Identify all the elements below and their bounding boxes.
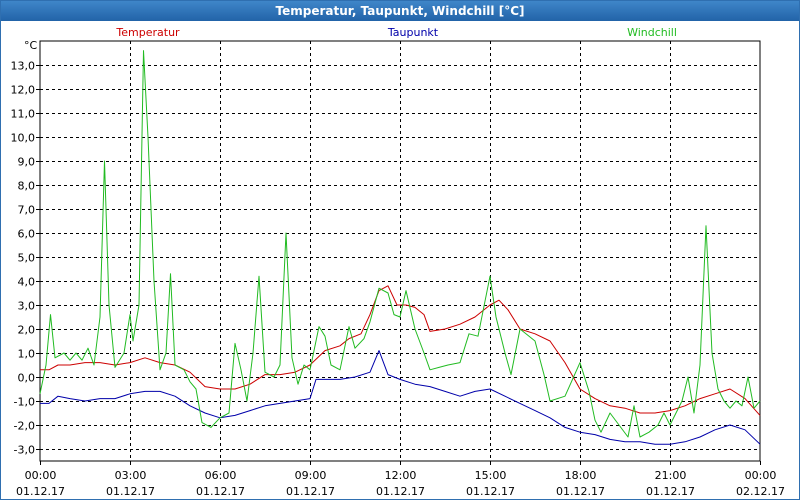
- y-tick-label: -3,0: [14, 444, 35, 457]
- x-tick-time: 00:00: [745, 469, 777, 482]
- legend-item-taupunkt: Taupunkt: [387, 26, 439, 39]
- x-tick-date: 01.12.17: [16, 485, 65, 498]
- x-tick-time: 00:00: [25, 469, 57, 482]
- legend-item-windchill: Windchill: [627, 26, 677, 39]
- x-tick-time: 21:00: [655, 469, 687, 482]
- y-tick-label: 10,0: [11, 132, 36, 145]
- x-tick-date: 01.12.17: [556, 485, 605, 498]
- y-tick-label: 5,0: [18, 252, 36, 265]
- y-tick-label: 4,0: [18, 276, 36, 289]
- y-tick-label: -2,0: [14, 420, 35, 433]
- x-tick-time: 03:00: [115, 469, 147, 482]
- legend-item-temperatur: Temperatur: [115, 26, 180, 39]
- x-tick-date: 01.12.17: [646, 485, 695, 498]
- x-tick-date: 01.12.17: [466, 485, 515, 498]
- y-tick-label: 7,0: [18, 204, 36, 217]
- y-tick-label: 13,0: [11, 60, 36, 73]
- x-tick-time: 18:00: [565, 469, 597, 482]
- legend: Temperatur Taupunkt Windchill: [115, 26, 677, 39]
- y-tick-label: 11,0: [11, 108, 36, 121]
- y-unit-label: °C: [24, 39, 38, 52]
- y-tick-label: 1,0: [18, 348, 36, 361]
- chart-canvas: -3,0 -2,0 -1,0 0,0 1,0 2,0 3,0 4,0 5,0 6,0 7,0 8,0 9…: [11, 26, 785, 498]
- y-tick-label: 12,0: [11, 84, 36, 97]
- x-axis: 00:00 01.12.17 03:00 01.12.17 06:00 01.12.17 0…: [16, 461, 785, 498]
- y-tick-label: -1,0: [14, 396, 35, 409]
- x-tick-date: 01.12.17: [376, 485, 425, 498]
- x-tick-date: 01.12.17: [196, 485, 245, 498]
- y-axis: -3,0 -2,0 -1,0 0,0 1,0 2,0 3,0 4,0 5,0 6,0 7,0 8,0 9…: [11, 60, 40, 457]
- x-tick-time: 15:00: [475, 469, 507, 482]
- y-tick-label: 0,0: [18, 372, 36, 385]
- y-tick-label: 6,0: [18, 228, 36, 241]
- x-tick-time: 06:00: [205, 469, 237, 482]
- y-tick-label: 2,0: [18, 324, 36, 337]
- x-tick-time: 09:00: [295, 469, 327, 482]
- x-tick-time: 12:00: [385, 469, 417, 482]
- x-tick-date: 02.12.17: [736, 485, 785, 498]
- y-tick-label: 9,0: [18, 156, 36, 169]
- y-tick-label: 3,0: [18, 300, 36, 313]
- y-tick-label: 8,0: [18, 180, 36, 193]
- x-tick-date: 01.12.17: [286, 485, 335, 498]
- x-tick-date: 01.12.17: [106, 485, 155, 498]
